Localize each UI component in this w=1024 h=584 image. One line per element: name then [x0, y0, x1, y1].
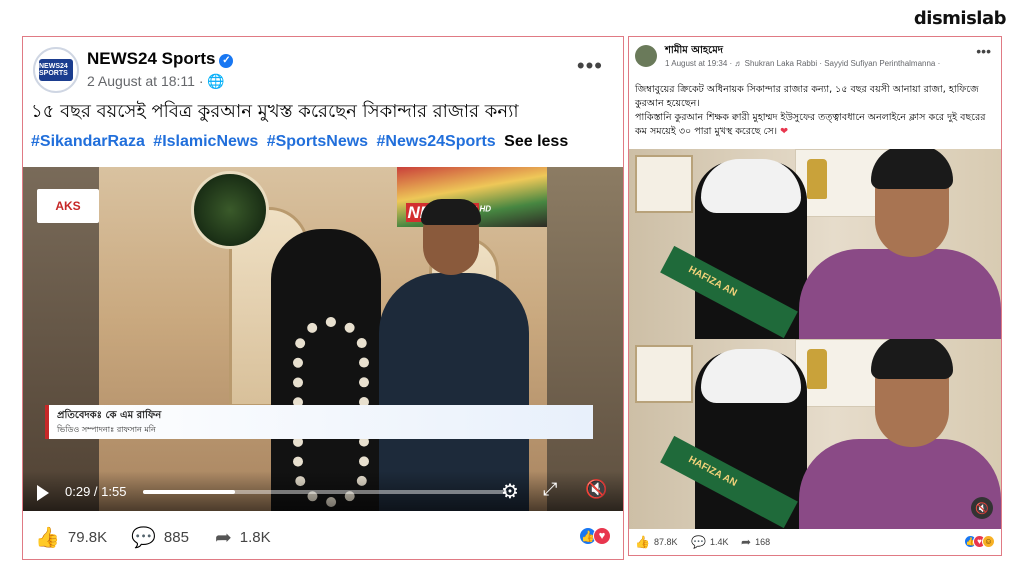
- post-header: NEWS24 SPORTS NEWS24 Sports ✓ 2 August at…: [23, 37, 623, 97]
- author-name[interactable]: শামীম আহমেদ: [665, 43, 723, 60]
- man-figure: [793, 339, 1001, 529]
- screenshot-root: dismislab NEWS24 SPORTS NEWS24 Sports ✓ 2…: [0, 0, 1024, 584]
- volume-mute-icon[interactable]: 🔇: [585, 479, 607, 500]
- editor-credit: ভিডিও সম্পাদনাঃ রাফসান মনি: [57, 425, 156, 434]
- like-action[interactable]: 👍 87.8K: [635, 535, 677, 549]
- like-count: 79.8K: [67, 529, 108, 546]
- certificate-frame: [635, 345, 693, 403]
- thumbs-up-icon: 👍: [35, 527, 60, 549]
- heart-icon: ❤: [780, 126, 789, 137]
- thumbs-up-icon: 👍: [635, 535, 650, 549]
- globe-icon: 🌐: [207, 73, 225, 89]
- see-less-link[interactable]: See less: [504, 133, 568, 150]
- page-avatar[interactable]: NEWS24 SPORTS: [33, 47, 79, 93]
- more-options-icon[interactable]: •••: [976, 43, 991, 59]
- video-frame: NEWS24HD: [99, 167, 547, 511]
- aks-logo: AKS: [37, 189, 99, 223]
- post-timestamp[interactable]: 2 August at 18:11 · 🌐: [87, 73, 225, 90]
- post-text: ১৫ বছর বয়সেই পবিত্র কুরআন মুখস্ত করেছেন…: [31, 101, 519, 122]
- left-facebook-post: NEWS24 SPORTS NEWS24 Sports ✓ 2 August at…: [22, 36, 624, 560]
- comment-count: 885: [163, 529, 189, 546]
- right-facebook-post: শামীম আহমেদ 1 August at 19:34 · ♬ Shukra…: [628, 36, 1002, 556]
- video-controls: 0:29 / 1:55 ⚙ ⤢ 🔇: [23, 471, 623, 511]
- care-reaction-icon: ☺: [982, 535, 995, 548]
- fullscreen-icon[interactable]: ⤢: [543, 479, 557, 500]
- video-progress-fill: [143, 490, 235, 494]
- more-options-icon[interactable]: •••: [577, 53, 603, 79]
- hashtag-link[interactable]: #IslamicNews: [153, 133, 258, 150]
- reaction-icons[interactable]: 👍 ♥ ☺: [964, 535, 995, 548]
- man-figure: [793, 149, 1001, 339]
- hashtag-link[interactable]: #News24Sports: [377, 133, 496, 150]
- love-reaction-icon: ♥: [593, 527, 611, 545]
- dismislab-logo: dismislab: [913, 8, 1007, 29]
- page-name[interactable]: NEWS24 Sports ✓: [87, 49, 234, 69]
- share-icon: ➦: [215, 527, 232, 549]
- certificate-frame: [635, 155, 693, 213]
- man-hair: [871, 339, 953, 379]
- avatar-logo-text: NEWS24 SPORTS: [39, 59, 73, 81]
- verified-badge-icon: ✓: [219, 54, 234, 68]
- page-name-text[interactable]: NEWS24 Sports: [87, 49, 215, 68]
- share-icon: ➦: [741, 535, 752, 549]
- man-body: [799, 439, 1001, 529]
- like-action[interactable]: 👍 79.8K: [35, 525, 107, 550]
- man-body: [799, 249, 1001, 339]
- settings-gear-icon[interactable]: ⚙: [501, 479, 519, 504]
- share-action[interactable]: ➦ 1.8K: [215, 525, 271, 550]
- man-hair: [421, 199, 481, 225]
- post-text-line-2-text: পাকিস্তানি কুরআন শিক্ষক ক্বারী মুহাম্মদ …: [635, 112, 986, 137]
- video-frame-top[interactable]: HAFIZA AN: [629, 149, 1001, 339]
- mute-icon[interactable]: 🔇: [971, 497, 993, 519]
- reaction-icons[interactable]: 👍 ♥: [579, 527, 611, 545]
- engagement-bar: 👍 87.8K 💬 1.4K ➦ 168 👍 ♥ ☺: [629, 531, 1001, 555]
- comment-count: 1.4K: [709, 537, 729, 547]
- post-meta: 1 August at 19:34 · ♬ Shukran Laka Rabbi…: [665, 59, 941, 68]
- share-action[interactable]: ➦ 168: [741, 535, 770, 549]
- hashtag-link[interactable]: #SikandarRaza: [31, 133, 145, 150]
- video-blur-right: [547, 167, 623, 511]
- comment-icon: 💬: [691, 535, 706, 549]
- man-figure: [379, 199, 529, 511]
- quran-image: [191, 171, 269, 249]
- comment-icon: 💬: [131, 527, 156, 549]
- reporter-credit: প্রতিবেদকঃ কে এম রাফিন: [57, 410, 162, 421]
- share-count: 1.8K: [239, 529, 271, 546]
- white-cap: [701, 349, 801, 403]
- video-frame-bottom[interactable]: HAFIZA AN: [629, 339, 1001, 529]
- comment-action[interactable]: 💬 1.4K: [691, 535, 728, 549]
- post-text: জিম্বাবুয়ের ক্রিকেট অধিনায়ক সিকান্দার …: [635, 83, 997, 139]
- white-cap: [701, 159, 801, 213]
- man-hair: [871, 149, 953, 189]
- share-count: 168: [755, 537, 771, 547]
- video-time: 0:29 / 1:55: [65, 484, 127, 499]
- comment-action[interactable]: 💬 885: [131, 525, 189, 550]
- author-avatar[interactable]: [635, 45, 657, 67]
- hashtag-link[interactable]: #SportsNews: [267, 133, 368, 150]
- video-player[interactable]: NEWS24HD AKS প্রতিবেদকঃ কে এম রাফিন ভিডি…: [23, 167, 623, 511]
- play-icon[interactable]: [37, 485, 49, 501]
- engagement-bar: 👍 79.8K 💬 885 ➦ 1.8K 👍 ♥: [23, 515, 623, 559]
- post-time-text[interactable]: 2 August at 18:11 ·: [87, 73, 204, 89]
- post-text-line-2: পাকিস্তানি কুরআন শিক্ষক ক্বারী মুহাম্মদ …: [635, 111, 997, 139]
- video-progress-bar[interactable]: [143, 490, 507, 494]
- post-text-line-1: জিম্বাবুয়ের ক্রিকেট অধিনায়ক সিকান্দার …: [635, 84, 979, 109]
- like-count: 87.8K: [653, 537, 678, 547]
- news-lower-third: প্রতিবেদকঃ কে এম রাফিন ভিডিও সম্পাদনাঃ র…: [45, 405, 593, 439]
- hashtag-line: #SikandarRaza #IslamicNews #SportsNews #…: [31, 133, 568, 151]
